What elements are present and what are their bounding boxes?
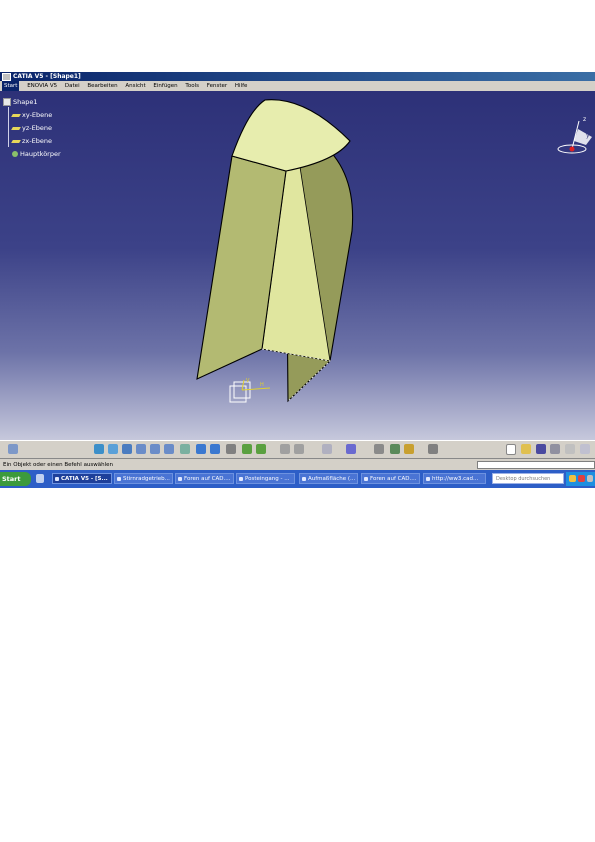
pan-icon[interactable] bbox=[122, 444, 132, 454]
tree-item-label: xy-Ebene bbox=[22, 111, 53, 119]
fly-mode-icon[interactable] bbox=[94, 444, 104, 454]
rotate-icon[interactable] bbox=[136, 444, 146, 454]
tree-item-label: zx-Ebene bbox=[22, 137, 52, 145]
tree-item-zx-plane[interactable]: zx-Ebene bbox=[3, 135, 61, 148]
visible-space-icon[interactable] bbox=[256, 444, 266, 454]
menu-ansicht[interactable]: Ansicht bbox=[125, 81, 145, 91]
inertia-icon[interactable] bbox=[404, 444, 414, 454]
compass-widget[interactable]: H V bbox=[226, 376, 276, 408]
task-label: CATIA V5 - [S... bbox=[61, 476, 108, 482]
zoom-in-icon[interactable] bbox=[150, 444, 160, 454]
specification-tree: Shape1 xy-Ebene yz-Ebene zx-Ebene Hauptk… bbox=[3, 96, 61, 161]
3d-viewport[interactable]: H V Shape1 xy-Ebene yz-Ebene zx-Ebene Ha… bbox=[0, 91, 595, 440]
axis-compass-icon[interactable]: z y bbox=[556, 115, 595, 155]
open-file-icon[interactable] bbox=[521, 444, 531, 454]
taskbar-task-foren-1[interactable]: Foren auf CAD.... bbox=[175, 473, 234, 484]
system-tray bbox=[566, 472, 595, 486]
ie-icon bbox=[364, 477, 368, 481]
start-button[interactable]: Start bbox=[0, 472, 31, 486]
tree-item-xy-plane[interactable]: xy-Ebene bbox=[3, 109, 61, 122]
fit-all-icon[interactable] bbox=[108, 444, 118, 454]
menu-start[interactable]: Start bbox=[2, 81, 20, 91]
taskbar-task-catia[interactable]: CATIA V5 - [S... bbox=[52, 473, 112, 484]
windows-taskbar: Start CATIA V5 - [S... Stirnradgetrieb..… bbox=[0, 470, 595, 488]
quick-view-icon[interactable] bbox=[196, 444, 206, 454]
measure-icon[interactable] bbox=[346, 444, 356, 454]
catia-window: CATIA V5 - [Shape1] Start ENOVIA V5 Date… bbox=[0, 72, 595, 488]
tray-icon-3[interactable] bbox=[587, 475, 593, 482]
sketcher-icon[interactable] bbox=[280, 444, 290, 454]
ie-icon bbox=[426, 477, 430, 481]
ie-icon bbox=[302, 477, 306, 481]
normal-view-icon[interactable] bbox=[180, 444, 190, 454]
menu-bearbeiten[interactable]: Bearbeiten bbox=[87, 81, 117, 91]
tree-root-shape1[interactable]: Shape1 bbox=[3, 96, 61, 109]
catia-app-icon bbox=[2, 73, 11, 81]
taskbar-task-aufmass[interactable]: Aufmaßfläche (... bbox=[299, 473, 358, 484]
save-icon[interactable] bbox=[536, 444, 546, 454]
apply-material-icon[interactable] bbox=[322, 444, 332, 454]
show-desktop-icon[interactable] bbox=[36, 474, 44, 483]
tree-item-main-body[interactable]: Hauptkörper bbox=[3, 148, 61, 161]
plane-icon bbox=[11, 139, 21, 143]
menu-tools[interactable]: Tools bbox=[185, 81, 199, 91]
cut-icon[interactable] bbox=[565, 444, 575, 454]
taskbar-task-stirnrad[interactable]: Stirnradgetrieb... bbox=[114, 473, 173, 484]
axis-z-label: z bbox=[583, 116, 586, 123]
menu-datei[interactable]: Datei bbox=[65, 81, 80, 91]
taskbar-task-http[interactable]: http://ww3.cad... bbox=[423, 473, 486, 484]
view-mode-icon[interactable] bbox=[210, 444, 220, 454]
bottom-toolbar bbox=[0, 440, 595, 458]
task-label: http://ww3.cad... bbox=[432, 476, 479, 482]
axis-y-label: y bbox=[586, 132, 590, 139]
task-label: Foren auf CAD.... bbox=[184, 476, 231, 482]
measure-between-icon[interactable] bbox=[374, 444, 384, 454]
copy-icon[interactable] bbox=[580, 444, 590, 454]
desktop-search-field[interactable]: Desktop durchsuchen bbox=[492, 473, 564, 484]
plane-icon bbox=[11, 126, 21, 130]
menu-hilfe[interactable]: Hilfe bbox=[235, 81, 248, 91]
zoom-out-icon[interactable] bbox=[164, 444, 174, 454]
hide-show-icon[interactable] bbox=[226, 444, 236, 454]
tree-item-yz-plane[interactable]: yz-Ebene bbox=[3, 122, 61, 135]
new-file-icon[interactable] bbox=[506, 444, 516, 455]
sketch-output-icon[interactable] bbox=[294, 444, 304, 454]
ie-icon bbox=[117, 477, 121, 481]
app-icon bbox=[55, 477, 59, 481]
swap-space-icon[interactable] bbox=[242, 444, 252, 454]
task-label: Foren auf CAD.... bbox=[370, 476, 417, 482]
command-input[interactable] bbox=[477, 461, 595, 469]
task-label: Posteingang - ... bbox=[245, 476, 290, 482]
3d-surface-model[interactable] bbox=[0, 91, 595, 440]
status-text: Ein Objekt oder einen Befehl auswählen bbox=[3, 462, 114, 468]
window-title: CATIA V5 - [Shape1] bbox=[13, 73, 81, 80]
menu-einfuegen[interactable]: Einfügen bbox=[153, 81, 177, 91]
ie-icon bbox=[178, 477, 182, 481]
mail-icon bbox=[239, 477, 243, 481]
measure-item-icon[interactable] bbox=[390, 444, 400, 454]
taskbar-task-posteingang[interactable]: Posteingang - ... bbox=[236, 473, 295, 484]
tree-item-label: Hauptkörper bbox=[20, 150, 61, 158]
title-bar[interactable]: CATIA V5 - [Shape1] bbox=[0, 72, 595, 81]
macro-icon[interactable] bbox=[428, 444, 438, 454]
menu-fenster[interactable]: Fenster bbox=[207, 81, 227, 91]
print-icon[interactable] bbox=[550, 444, 560, 454]
select-icon[interactable] bbox=[8, 444, 18, 454]
task-label: Stirnradgetrieb... bbox=[123, 476, 170, 482]
body-icon bbox=[12, 151, 18, 157]
tray-icon-1[interactable] bbox=[569, 475, 576, 482]
tree-root-label: Shape1 bbox=[13, 98, 38, 106]
menu-enovia[interactable]: ENOVIA V5 bbox=[27, 81, 57, 91]
plane-icon bbox=[11, 113, 21, 117]
menu-bar: Start ENOVIA V5 Datei Bearbeiten Ansicht… bbox=[0, 81, 595, 91]
compass-v-label: V bbox=[246, 378, 250, 384]
compass-h-label: H bbox=[260, 382, 264, 388]
tree-item-label: yz-Ebene bbox=[22, 124, 52, 132]
part-icon bbox=[3, 98, 11, 106]
task-label: Aufmaßfläche (... bbox=[308, 476, 356, 482]
taskbar-task-foren-2[interactable]: Foren auf CAD.... bbox=[361, 473, 420, 484]
tray-icon-2[interactable] bbox=[578, 475, 585, 482]
